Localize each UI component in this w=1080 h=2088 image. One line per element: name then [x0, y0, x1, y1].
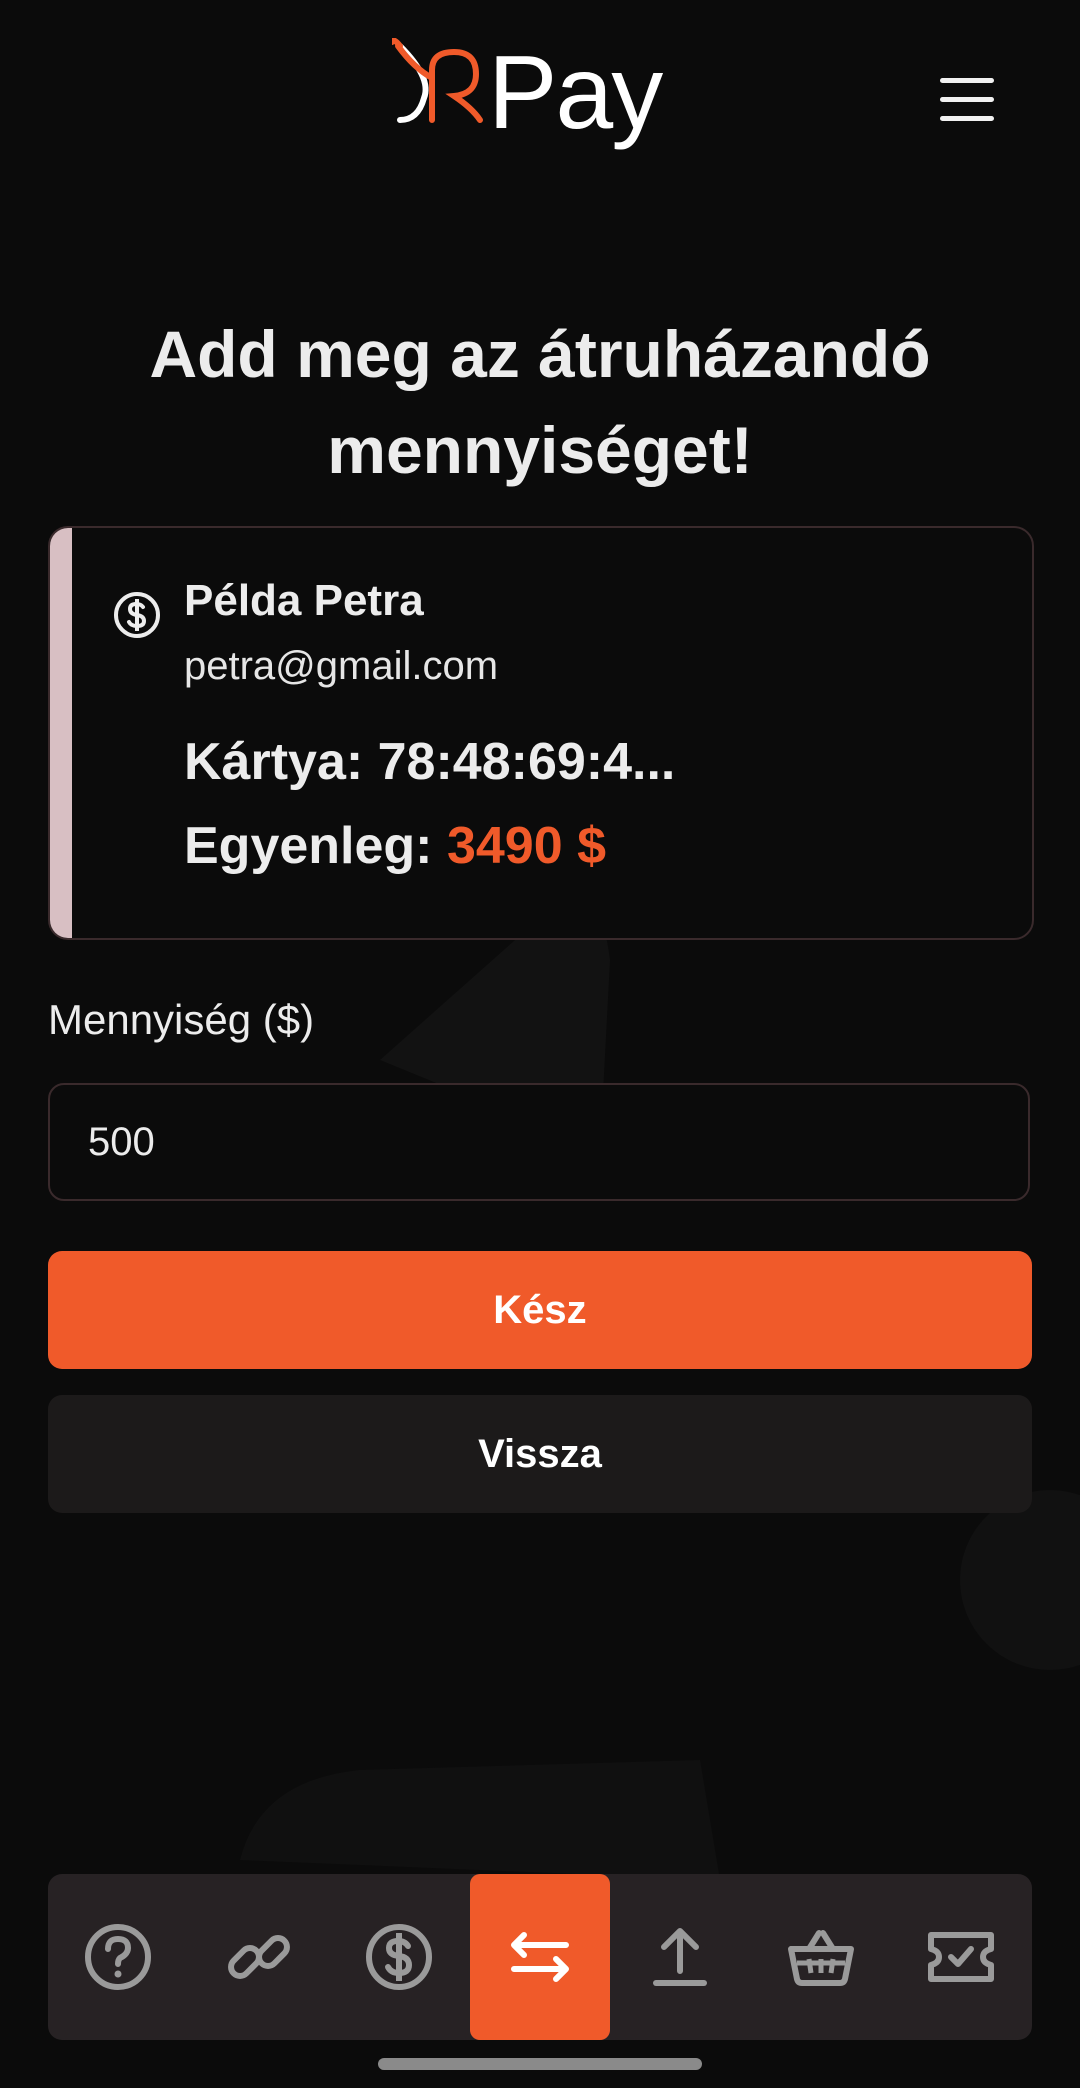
nav-ticket[interactable] [891, 1874, 1032, 2040]
menu-line-icon [940, 78, 994, 83]
back-button[interactable]: Vissza [48, 1395, 1032, 1513]
recipient-email: petra@gmail.com [184, 644, 499, 688]
card-number-label: Kártya: [184, 733, 364, 791]
nav-basket[interactable] [751, 1874, 892, 2040]
logo-text: Pay [488, 35, 663, 151]
xrpay-logo[interactable]: Pay [392, 35, 663, 151]
ticket-icon [928, 1932, 995, 1982]
recipient-card: Példa Petra petra@gmail.com Kártya: 78:4… [48, 526, 1034, 940]
home-indicator[interactable] [378, 2058, 702, 2070]
dollar-icon [366, 1924, 433, 1990]
upload-icon [653, 1928, 708, 1986]
amount-label: Mennyiség ($) [48, 996, 315, 1043]
bottom-navigation [48, 1874, 1032, 2040]
hamburger-menu-button[interactable] [940, 78, 1000, 128]
basket-icon [787, 1930, 854, 1986]
balance-row: Egyenleg: 3490 $ [184, 816, 606, 876]
menu-line-icon [940, 116, 994, 121]
page-title: Add meg az átruházandó mennyiséget! [149, 317, 931, 488]
nav-help[interactable] [48, 1874, 189, 2040]
balance-label: Egyenleg: [184, 817, 433, 875]
help-icon [85, 1924, 152, 1990]
nav-dollar[interactable] [329, 1874, 470, 2040]
amount-input[interactable] [48, 1083, 1030, 1201]
app-header: Pay [0, 0, 1080, 200]
balance-value: 3490 $ [446, 817, 606, 875]
card-number-row: Kártya: 78:48:69:4... [184, 732, 675, 792]
transfer-icon [510, 1932, 569, 1982]
nav-transfer[interactable] [469, 1874, 610, 2040]
menu-line-icon [940, 97, 994, 102]
logo-mark-icon [392, 38, 483, 123]
nav-upload[interactable] [610, 1874, 751, 2040]
done-button[interactable]: Kész [48, 1251, 1032, 1369]
card-number-value: 78:48:69:4... [377, 733, 676, 791]
recipient-name: Példa Petra [184, 576, 424, 625]
link-icon [227, 1935, 290, 1979]
card-accent-bar [50, 528, 72, 938]
nav-link[interactable] [189, 1874, 330, 2040]
dollar-circle-icon [114, 592, 160, 638]
